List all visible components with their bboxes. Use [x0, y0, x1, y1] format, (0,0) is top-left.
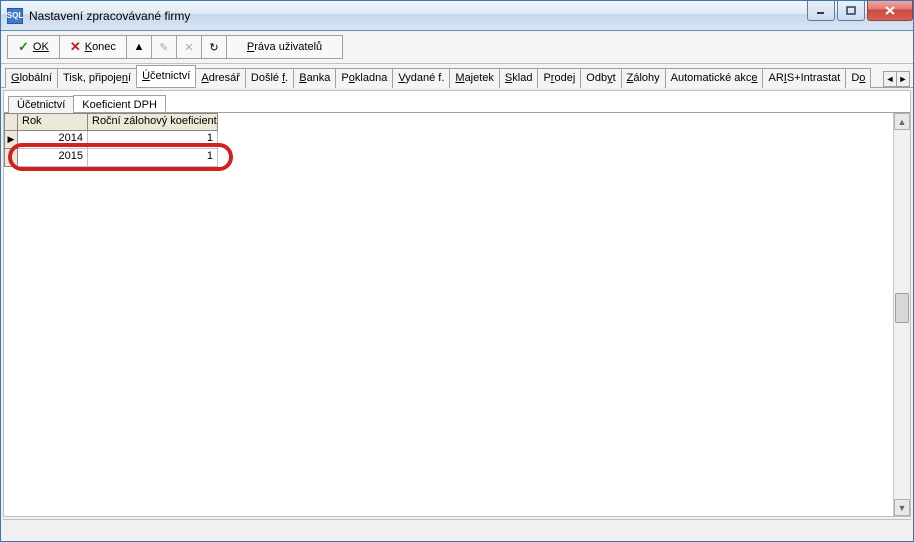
cell-year[interactable]: 2014 — [18, 131, 88, 149]
main-tab-0[interactable]: Globální — [5, 68, 58, 88]
konec-button[interactable]: ✕ Konec — [59, 35, 127, 59]
main-tab-1[interactable]: Tisk, připojení — [57, 68, 137, 88]
main-tab-10[interactable]: Prodej — [537, 68, 581, 88]
main-tab-6[interactable]: Pokladna — [335, 68, 393, 88]
row-indicator — [4, 149, 18, 167]
grid-area: Rok Roční zálohový koeficient ▶201412015… — [4, 113, 910, 516]
scroll-down-button[interactable]: ▼ — [894, 499, 910, 516]
row-indicator: ▶ — [4, 131, 18, 149]
main-tab-11[interactable]: Odbyt — [580, 68, 621, 88]
main-tab-5[interactable]: Banka — [293, 68, 336, 88]
cell-coef[interactable]: 1 — [88, 131, 218, 149]
statusbar — [3, 519, 911, 539]
maximize-button[interactable] — [837, 1, 865, 21]
sub-tab-1[interactable]: Koeficient DPH — [73, 95, 166, 112]
sub-tabstrip: ÚčetnictvíKoeficient DPH — [4, 91, 910, 113]
main-tab-3[interactable]: Adresář — [195, 68, 246, 88]
main-tab-4[interactable]: Došlé f. — [245, 68, 294, 88]
tab-scroll-left[interactable]: ◄ — [883, 71, 897, 87]
edit-button[interactable]: ✎ — [151, 35, 177, 59]
content-panel: ÚčetnictvíKoeficient DPH Rok Roční záloh… — [3, 90, 911, 517]
vertical-scrollbar[interactable]: ▲ ▼ — [893, 113, 910, 516]
ok-button[interactable]: ✓ OK — [7, 35, 60, 59]
grid-header-koeficient[interactable]: Roční zálohový koeficient — [88, 113, 218, 131]
check-icon: ✓ — [18, 39, 29, 55]
main-tab-15[interactable]: Do — [845, 68, 871, 88]
table-row[interactable]: 20151 — [4, 149, 910, 167]
cell-year[interactable]: 2015 — [18, 149, 88, 167]
grid-header-row: Rok Roční zálohový koeficient — [4, 113, 910, 131]
scroll-thumb[interactable] — [895, 293, 909, 323]
main-tab-7[interactable]: Vydané f. — [392, 68, 450, 88]
window-title: Nastavení zpracovávané firmy — [29, 9, 190, 23]
main-tab-2[interactable]: Účetnictví — [136, 65, 196, 87]
nav-up-button[interactable]: ▲ — [126, 35, 152, 59]
refresh-button[interactable]: ↻ — [201, 35, 227, 59]
x-icon: ✕ — [70, 39, 81, 55]
app-window: SQL Nastavení zpracovávané firmy ✓ OK ✕ … — [0, 0, 914, 542]
app-icon: SQL — [7, 8, 23, 24]
toolbar: ✓ OK ✕ Konec ▲ ✎ ✕ ↻ Práva uživatelů — [1, 31, 913, 64]
main-tab-13[interactable]: Automatické akce — [665, 68, 764, 88]
tab-scroll-right[interactable]: ► — [896, 71, 910, 87]
user-rights-button[interactable]: Práva uživatelů — [226, 35, 343, 59]
titlebar: SQL Nastavení zpracovávané firmy — [1, 1, 913, 31]
main-tab-8[interactable]: Majetek — [449, 68, 500, 88]
refresh-icon: ↻ — [209, 41, 218, 54]
x-small-icon: ✕ — [184, 41, 193, 54]
current-row-marker-icon: ▶ — [8, 134, 15, 145]
triangle-up-icon: ▲ — [133, 41, 144, 53]
cell-coef[interactable]: 1 — [88, 149, 218, 167]
sub-tab-0[interactable]: Účetnictví — [8, 96, 74, 113]
pencil-icon: ✎ — [159, 41, 168, 54]
grid-header-rok[interactable]: Rok — [18, 113, 88, 131]
main-tab-12[interactable]: Zálohy — [621, 68, 666, 88]
minimize-button[interactable] — [807, 1, 835, 21]
scroll-up-button[interactable]: ▲ — [894, 113, 910, 130]
table-row[interactable]: ▶20141 — [4, 131, 910, 149]
main-tab-14[interactable]: ARIS+Intrastat — [762, 68, 846, 88]
main-tab-9[interactable]: Sklad — [499, 68, 539, 88]
main-tabstrip: GlobálníTisk, připojeníÚčetnictvíAdresář… — [1, 64, 913, 88]
grid-header-indicator[interactable] — [4, 113, 18, 131]
window-controls — [805, 1, 913, 21]
delete-button[interactable]: ✕ — [176, 35, 202, 59]
close-button[interactable] — [867, 1, 913, 21]
tab-scroll-controls: ◄ ► — [883, 71, 909, 87]
